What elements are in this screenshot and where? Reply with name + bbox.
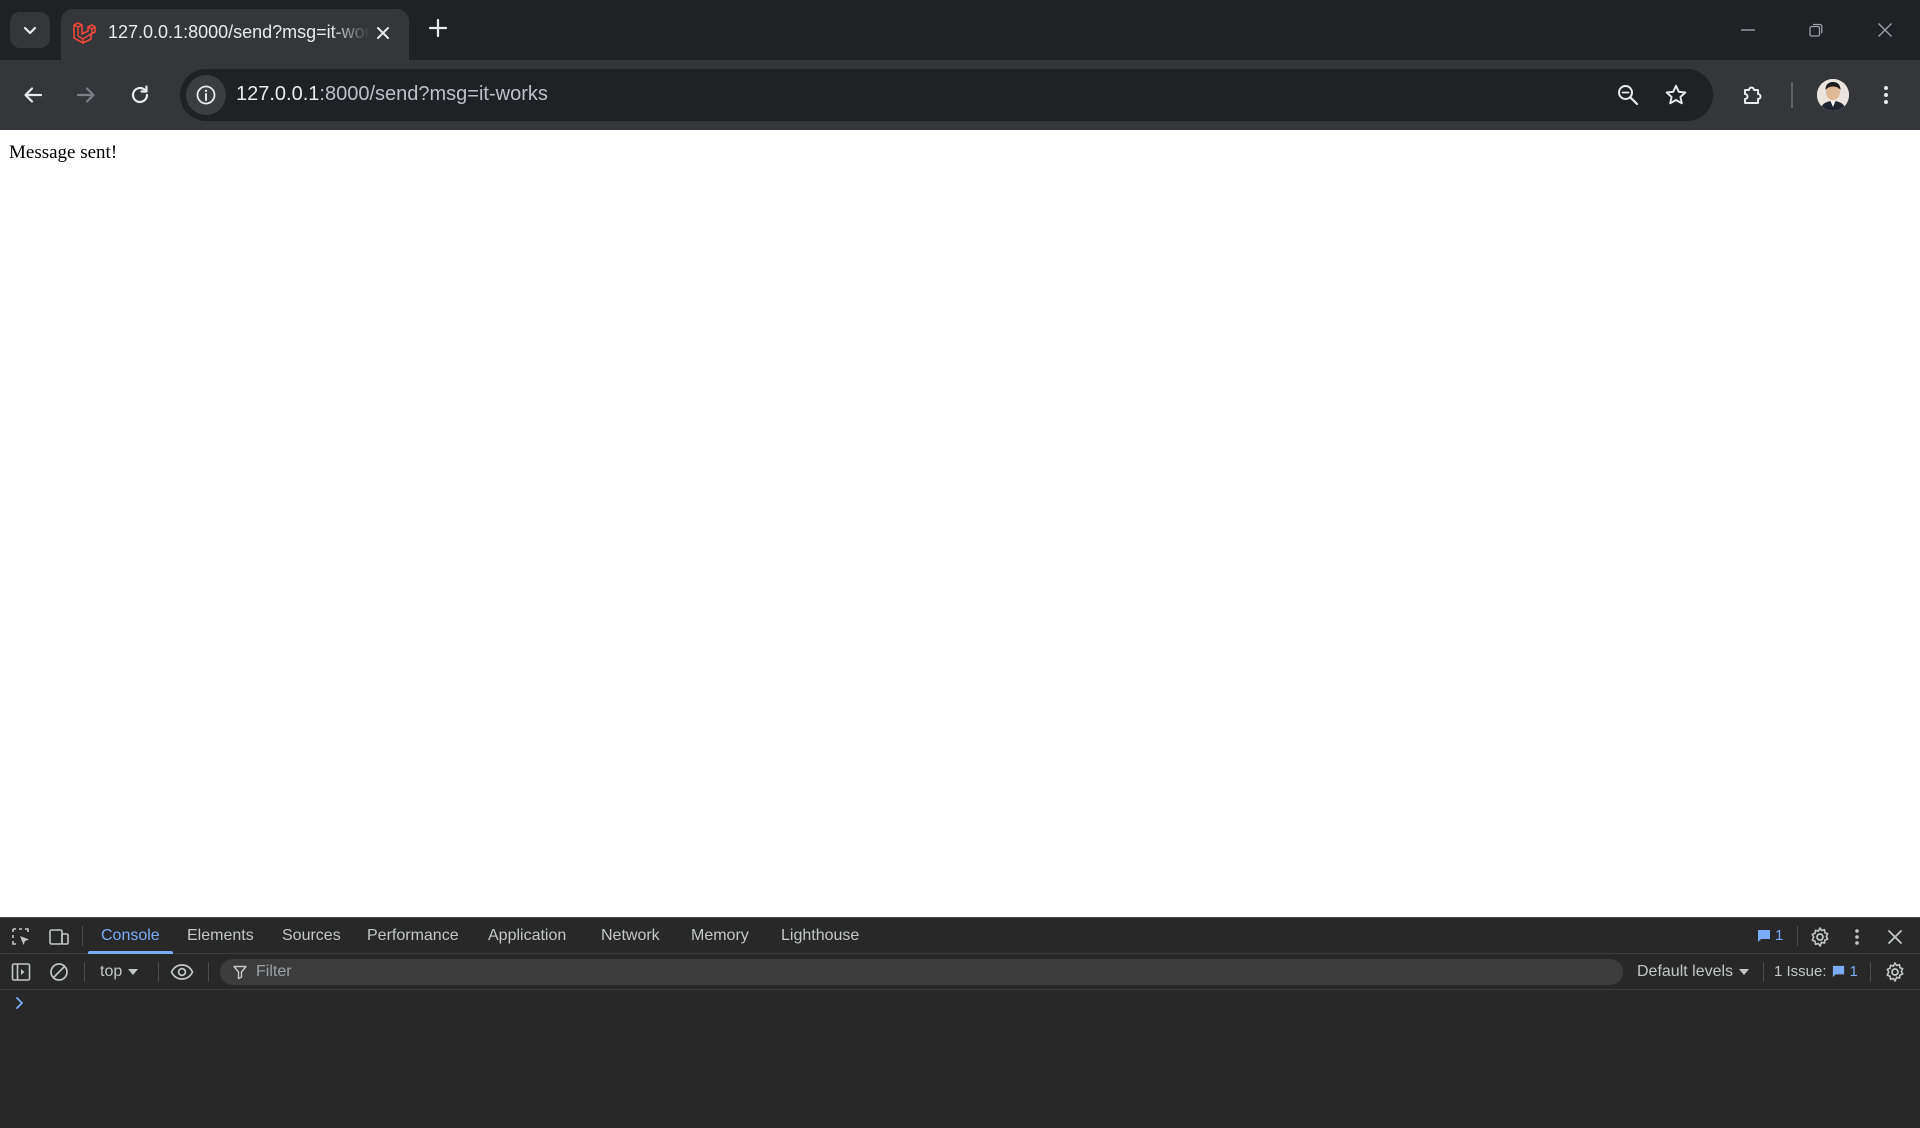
devtools-separator [84, 962, 85, 982]
puzzle-icon [1744, 86, 1762, 104]
filter-placeholder: Filter [256, 963, 292, 980]
inspect-element-button[interactable] [9, 925, 33, 949]
tab-performance[interactable]: Performance [367, 927, 459, 945]
minimize-button[interactable] [1722, 6, 1774, 54]
devtools-separator [82, 926, 83, 946]
tab-strip: 127.0.0.1:8000/send?msg=it-works [0, 0, 1920, 60]
gear-icon [1886, 962, 1904, 982]
tab-network[interactable]: Network [601, 927, 660, 945]
console-settings-button[interactable] [1883, 960, 1907, 984]
devtools-menu-button[interactable] [1845, 925, 1869, 949]
avatar-image [1817, 79, 1849, 111]
extensions-button[interactable] [1735, 77, 1771, 113]
minimize-icon [1741, 29, 1755, 31]
arrow-left-icon [24, 87, 43, 103]
console-filter-input[interactable]: Filter [220, 959, 1623, 985]
new-tab-button[interactable] [424, 14, 452, 42]
issues-count: 1 [1849, 963, 1858, 980]
close-icon [377, 27, 389, 39]
restore-button[interactable] [1790, 6, 1842, 54]
devtools-separator [208, 962, 209, 982]
eye-icon [170, 964, 194, 980]
caret-down-icon [128, 969, 139, 975]
console-sidebar-toggle[interactable] [9, 960, 33, 984]
tab-title: 127.0.0.1:8000/send?msg=it-works [108, 22, 370, 42]
devtools-tab-bar: Console Elements Sources Performance App… [0, 918, 1920, 954]
tab-close-button[interactable] [371, 21, 395, 45]
gear-icon [1811, 927, 1829, 947]
devtools-panel: Console Elements Sources Performance App… [0, 917, 1920, 1128]
tab-console[interactable]: Console [101, 927, 160, 945]
log-levels-label: Default levels [1637, 963, 1734, 980]
laravel-icon [73, 22, 96, 44]
profile-avatar[interactable] [1817, 79, 1849, 111]
message-icon [1758, 929, 1770, 942]
devtools-close-button[interactable] [1883, 925, 1907, 949]
star-icon [1665, 84, 1687, 105]
page-message: Message sent! [9, 142, 118, 163]
devtools-separator [158, 962, 159, 982]
reload-icon [131, 85, 149, 104]
browser-tab[interactable]: 127.0.0.1:8000/send?msg=it-works [61, 9, 409, 60]
forward-button[interactable] [68, 77, 104, 113]
arrow-right-icon [76, 87, 95, 103]
back-button[interactable] [15, 77, 51, 113]
tab-application[interactable]: Application [488, 927, 566, 945]
context-label: top [100, 963, 123, 980]
url-host: 127.0.0.1 [236, 83, 320, 105]
devtools-separator [1870, 962, 1871, 982]
issues-badge[interactable]: 1 [1756, 927, 1783, 944]
log-levels-dropdown[interactable]: Default levels [1637, 963, 1750, 981]
clear-icon [50, 963, 68, 981]
close-icon [1878, 23, 1892, 37]
plus-icon [428, 18, 448, 38]
filter-icon [233, 965, 247, 980]
tab-lighthouse[interactable]: Lighthouse [781, 927, 859, 945]
device-toolbar-button[interactable] [47, 925, 71, 949]
devtools-separator [1797, 926, 1798, 946]
kebab-menu-icon [1884, 86, 1888, 104]
tab-elements[interactable]: Elements [187, 927, 254, 945]
chevron-right-icon [16, 997, 23, 1009]
page-viewport: Message sent! [0, 130, 1920, 917]
sidebar-icon [11, 963, 31, 981]
message-icon [1832, 965, 1844, 978]
info-icon [196, 85, 216, 105]
browser-menu-button[interactable] [1868, 77, 1904, 113]
context-selector[interactable]: top [100, 963, 139, 981]
console-prompt[interactable] [14, 996, 26, 1010]
bookmark-button[interactable] [1662, 81, 1690, 109]
reload-button[interactable] [122, 77, 158, 113]
restore-icon [1809, 23, 1823, 37]
issues-badge-count: 1 [1775, 927, 1784, 944]
tab-memory[interactable]: Memory [691, 927, 749, 945]
devtools-settings-button[interactable] [1808, 925, 1832, 949]
browser-toolbar: 127.0.0.1:8000/send?msg=it-works [0, 60, 1920, 130]
close-window-button[interactable] [1859, 6, 1911, 54]
site-info-button[interactable] [186, 75, 226, 115]
url-text[interactable]: 127.0.0.1:8000/send?msg=it-works [236, 83, 548, 106]
zoom-button[interactable] [1614, 81, 1642, 109]
zoom-icon [1618, 85, 1639, 106]
caret-down-icon [1739, 969, 1750, 975]
live-expression-button[interactable] [170, 960, 194, 984]
kebab-menu-icon [1855, 929, 1859, 945]
console-toolbar: top Filter Default levels 1 Issue: 1 [0, 954, 1920, 990]
url-path: :8000/send?msg=it-works [319, 83, 548, 105]
toolbar-separator [1791, 82, 1793, 108]
close-icon [1888, 930, 1902, 944]
inspect-icon [12, 928, 29, 945]
device-icon [49, 929, 69, 945]
address-bar[interactable]: 127.0.0.1:8000/send?msg=it-works [180, 69, 1713, 121]
chevron-down-icon [23, 26, 37, 35]
tab-sources[interactable]: Sources [282, 927, 341, 945]
issues-counter[interactable]: 1 Issue: 1 [1774, 963, 1858, 980]
tab-search-button[interactable] [10, 12, 50, 48]
clear-console-button[interactable] [47, 960, 71, 984]
issues-label: 1 Issue: [1774, 963, 1827, 980]
devtools-separator [1763, 962, 1764, 982]
